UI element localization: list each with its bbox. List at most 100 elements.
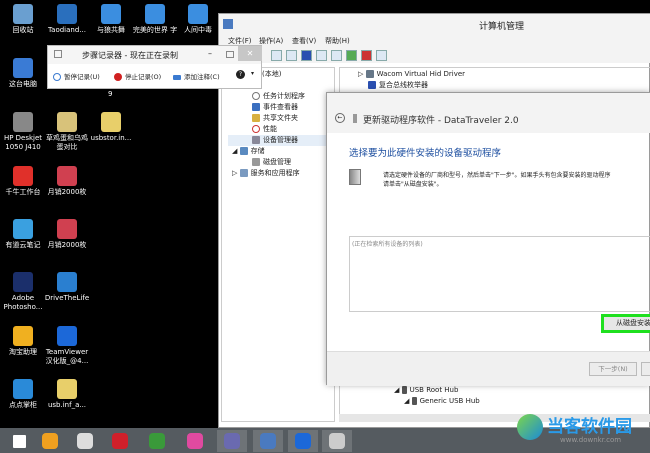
desktop-icon-label: usb.inf_a... bbox=[47, 401, 87, 409]
tree-item[interactable]: ▷ 服务和应用程序 bbox=[228, 168, 334, 179]
back-arrow-icon[interactable]: ← bbox=[335, 113, 345, 123]
tree-item[interactable]: 任务计划程序 bbox=[228, 91, 334, 102]
desktop-icon[interactable]: Taodiand... bbox=[44, 4, 90, 35]
storage-icon bbox=[239, 147, 248, 155]
pause-record-button[interactable]: 暂停记录(U) bbox=[53, 71, 100, 81]
desktop-icon[interactable]: 淘宝助理 bbox=[0, 326, 46, 357]
menu-action[interactable]: 操作(A) bbox=[259, 36, 283, 46]
watermark-logo-icon bbox=[517, 414, 543, 440]
tree-item[interactable]: 共享文件夹 bbox=[228, 113, 334, 124]
device-model-list[interactable]: (正在检索所有设备的列表) bbox=[349, 236, 650, 312]
desktop-icon-image bbox=[13, 272, 33, 292]
update-driver-icon[interactable] bbox=[346, 50, 357, 61]
anime-app-taskbar-button[interactable] bbox=[217, 430, 247, 452]
desktop-icon[interactable]: usbstor.in... bbox=[88, 112, 134, 143]
desktop-icon[interactable]: 月销2000枚 bbox=[44, 166, 90, 197]
desktop-icon[interactable]: 人间中毒 bbox=[175, 4, 221, 35]
tree-item[interactable]: 磁盘管理 bbox=[228, 157, 334, 168]
help-icon[interactable] bbox=[301, 50, 312, 61]
enable-icon[interactable] bbox=[376, 50, 387, 61]
desktop-icon-image bbox=[57, 219, 77, 239]
stop-record-button[interactable]: 停止记录(O) bbox=[114, 71, 161, 81]
performance-icon bbox=[252, 125, 260, 133]
device-item[interactable]: ▷ Wacom Virtual Hid Driver bbox=[358, 69, 650, 80]
close-button[interactable]: ✕ bbox=[238, 46, 262, 61]
foobar-icon bbox=[77, 433, 93, 449]
start-taskbar-button[interactable] bbox=[4, 430, 34, 452]
forward-icon[interactable] bbox=[286, 50, 297, 61]
add-comment-button[interactable]: 添加注释(C) bbox=[173, 71, 220, 81]
tree-item-device-manager[interactable]: 设备管理器 bbox=[228, 135, 334, 146]
scan-icon[interactable] bbox=[331, 50, 342, 61]
desktop-icon[interactable]: TeamViewer 汉化版_@4... bbox=[44, 326, 90, 366]
back-icon[interactable] bbox=[271, 50, 282, 61]
window-title: 计算机管理 bbox=[479, 22, 525, 32]
desktop-icon-image bbox=[57, 112, 77, 132]
picasa-taskbar-button[interactable] bbox=[180, 430, 210, 452]
recorder-title: 步骤记录器 - 现在正在录制 bbox=[82, 51, 178, 60]
menu-help[interactable]: 帮助(H) bbox=[325, 36, 350, 46]
minimize-button[interactable]: – bbox=[208, 49, 222, 58]
chevron-down-icon[interactable]: ▾ bbox=[251, 70, 254, 77]
desktop-icon-image bbox=[57, 326, 77, 346]
desktop-icon[interactable]: Adobe Photosho... bbox=[0, 272, 46, 312]
teamviewer-taskbar-button[interactable] bbox=[288, 430, 318, 452]
tree-item[interactable]: 事件查看器 bbox=[228, 102, 334, 113]
menu-view[interactable]: 查看(V) bbox=[292, 36, 316, 46]
device-item[interactable]: ◢ Generic USB Hub bbox=[404, 396, 480, 407]
steps-recorder-taskbar-button[interactable] bbox=[322, 430, 352, 452]
desktop-icon[interactable]: usb.inf_a... bbox=[44, 379, 90, 410]
desktop-icon[interactable]: 有道云笔记 bbox=[0, 219, 46, 250]
netease-music-taskbar-button[interactable] bbox=[105, 430, 135, 452]
next-button[interactable]: 下一步(N) bbox=[589, 362, 637, 376]
desktop-icon-image bbox=[57, 166, 77, 186]
desktop-icon-image bbox=[13, 379, 33, 399]
tree-item[interactable]: ◢ 存储 bbox=[228, 146, 334, 157]
desktop-icon-label: 千牛工作台 bbox=[5, 188, 41, 196]
title-bar: 计算机管理 bbox=[219, 14, 650, 36]
chrome-taskbar-button[interactable] bbox=[142, 430, 172, 452]
app-colorful-icon bbox=[42, 433, 58, 449]
desktop-icon-image bbox=[13, 219, 33, 239]
uninstall-icon[interactable] bbox=[361, 50, 372, 61]
desktop-icon[interactable]: 草鸡蛋和乌鸡蛋对比 bbox=[44, 112, 90, 152]
have-disk-button[interactable]: 从磁盘安装 bbox=[601, 314, 650, 333]
desktop-icon-label: Taodiand... bbox=[48, 26, 86, 34]
desktop-icon[interactable]: 月销2000枚 bbox=[44, 219, 90, 250]
desktop-icon-label: 完美的世界 字 bbox=[132, 26, 178, 34]
desktop-icon[interactable]: 回收站 bbox=[0, 4, 46, 35]
desktop-icon-image bbox=[101, 4, 121, 24]
device-item[interactable]: ◢ USB Root Hub bbox=[394, 385, 458, 396]
desktop-icon[interactable]: 完美的世界 字 bbox=[132, 4, 178, 35]
desktop-icon[interactable]: 这台电脑 bbox=[0, 58, 46, 89]
help-dropdown-icon[interactable]: ? bbox=[236, 70, 245, 79]
desktop-icon-label: 这台电脑 bbox=[9, 80, 37, 88]
recorder-icon bbox=[54, 50, 62, 58]
computer-management-taskbar-button[interactable] bbox=[253, 430, 283, 452]
desktop-icon-image bbox=[145, 4, 165, 24]
desktop-icon-image bbox=[57, 379, 77, 399]
desktop-icon-label: 点点掌柜 bbox=[9, 401, 37, 409]
desktop-icon[interactable]: 与狼共舞 bbox=[88, 4, 134, 35]
hid-icon bbox=[365, 70, 374, 78]
desktop-icon[interactable]: 点点掌柜 bbox=[0, 379, 46, 410]
cancel-button[interactable] bbox=[641, 362, 650, 376]
show-hide-icon[interactable] bbox=[316, 50, 327, 61]
desktop-icon-image bbox=[57, 4, 77, 24]
desktop-icon-label: 月销2000枚 bbox=[47, 188, 87, 196]
desktop-icon-label: 与狼共舞 bbox=[97, 26, 125, 34]
usb-icon bbox=[411, 397, 417, 405]
desktop-icon[interactable]: 千牛工作台 bbox=[0, 166, 46, 197]
desktop-icon[interactable]: HP Deskjet 1050 J410 bbox=[0, 112, 46, 152]
maximize-button[interactable] bbox=[226, 51, 234, 58]
steps-recorder-icon bbox=[329, 433, 345, 449]
desktop-icon-image bbox=[13, 58, 33, 78]
desktop-icon-label: 草鸡蛋和乌鸡蛋对比 bbox=[46, 134, 88, 151]
device-item[interactable]: 复合总线枚举器 bbox=[358, 80, 650, 91]
app-colorful-taskbar-button[interactable] bbox=[35, 430, 65, 452]
foobar-taskbar-button[interactable] bbox=[70, 430, 100, 452]
computer-management-icon bbox=[260, 433, 276, 449]
desktop-icon-label: 人间中毒 bbox=[184, 26, 212, 34]
tree-item[interactable]: 性能 bbox=[228, 124, 334, 135]
desktop-icon[interactable]: DriveTheLife bbox=[44, 272, 90, 303]
